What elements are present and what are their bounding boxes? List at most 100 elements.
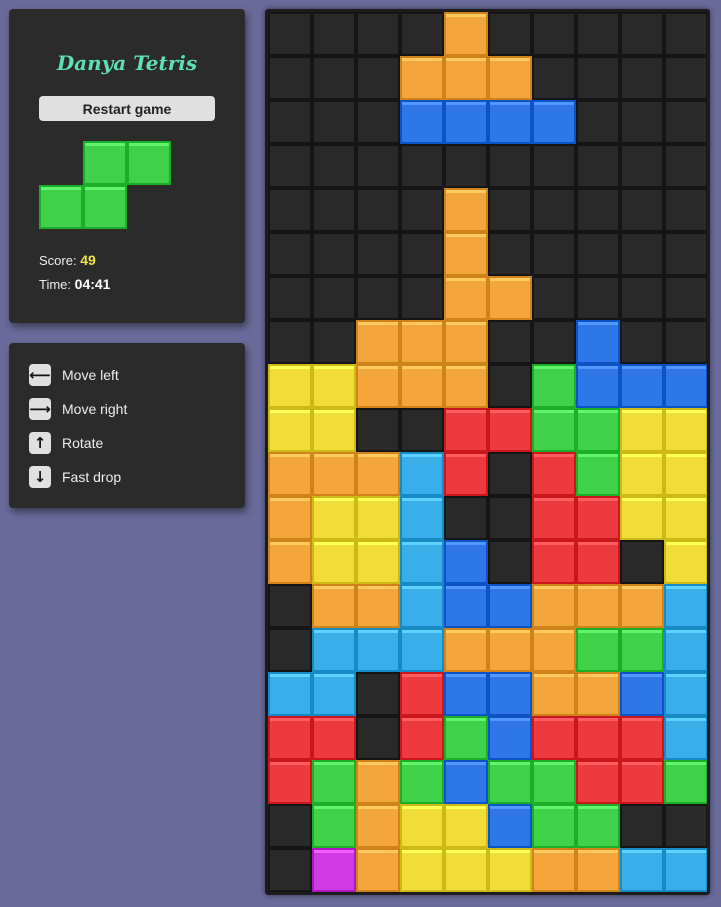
block-cell-green — [576, 804, 620, 848]
empty-cell — [356, 56, 400, 100]
block-cell-orange — [532, 672, 576, 716]
empty-cell — [268, 188, 312, 232]
empty-cell — [620, 100, 664, 144]
block-cell-blue — [576, 320, 620, 364]
block-cell-orange — [444, 276, 488, 320]
block-cell-blue — [576, 364, 620, 408]
empty-cell — [356, 232, 400, 276]
empty-cell — [620, 56, 664, 100]
empty-cell — [444, 144, 488, 188]
block-cell-cyan — [356, 628, 400, 672]
score-label: Score: — [39, 253, 77, 268]
block-cell-cyan — [400, 496, 444, 540]
block-cell-red — [532, 716, 576, 760]
block-cell-blue — [488, 804, 532, 848]
game-title: Danya Tetris — [56, 51, 198, 75]
block-cell-blue — [444, 540, 488, 584]
empty-cell — [356, 188, 400, 232]
time-row: Time: 04:41 — [39, 276, 110, 292]
score-row: Score: 49 — [39, 252, 96, 268]
block-cell-orange — [400, 56, 444, 100]
block-cell-cyan — [400, 540, 444, 584]
block-cell-orange — [444, 56, 488, 100]
empty-cell — [664, 100, 707, 144]
block-cell-green — [532, 760, 576, 804]
block-cell-orange — [444, 232, 488, 276]
empty-cell — [268, 320, 312, 364]
block-cell-blue — [444, 584, 488, 628]
block-cell-blue — [488, 584, 532, 628]
empty-cell — [532, 12, 576, 56]
block-cell-blue — [620, 672, 664, 716]
empty-cell — [400, 144, 444, 188]
empty-cell — [312, 12, 356, 56]
block-cell-blue — [444, 672, 488, 716]
arrow-right-icon: ⟶ — [29, 398, 51, 420]
block-cell-red — [576, 760, 620, 804]
block-cell-orange — [356, 364, 400, 408]
block-cell-red — [532, 496, 576, 540]
game-board — [268, 12, 707, 892]
block-cell-yellow — [664, 540, 707, 584]
block-cell-cyan — [664, 628, 707, 672]
block-cell-blue — [488, 716, 532, 760]
empty-cell — [400, 276, 444, 320]
block-cell-orange — [268, 540, 312, 584]
block-cell-green — [664, 760, 707, 804]
control-label: Move left — [62, 367, 119, 383]
control-rotate: ↑ Rotate — [29, 432, 103, 454]
empty-cell — [488, 12, 532, 56]
arrow-up-icon: ↑ — [29, 432, 51, 454]
block-cell-yellow — [312, 540, 356, 584]
block-cell-orange — [400, 320, 444, 364]
empty-cell — [312, 100, 356, 144]
arrow-down-icon: ↓ — [29, 466, 51, 488]
restart-button[interactable]: Restart game — [39, 96, 215, 121]
empty-cell — [664, 56, 707, 100]
empty-cell — [532, 188, 576, 232]
block-cell-cyan — [268, 672, 312, 716]
empty-cell — [664, 804, 707, 848]
block-cell-yellow — [664, 496, 707, 540]
empty-cell — [664, 12, 707, 56]
empty-cell — [268, 276, 312, 320]
block-cell-green — [576, 408, 620, 452]
empty-cell — [664, 144, 707, 188]
block-cell-blue — [532, 100, 576, 144]
block-cell-red — [620, 716, 664, 760]
block-cell-red — [620, 760, 664, 804]
block-cell-orange — [576, 848, 620, 892]
block-cell-green — [83, 141, 127, 185]
block-cell-orange — [268, 452, 312, 496]
empty-cell — [268, 232, 312, 276]
block-cell-yellow — [444, 804, 488, 848]
empty-cell — [268, 100, 312, 144]
block-cell-cyan — [664, 848, 707, 892]
block-cell-orange — [532, 848, 576, 892]
block-cell-red — [576, 540, 620, 584]
empty-cell — [620, 804, 664, 848]
empty-cell — [532, 232, 576, 276]
block-cell-cyan — [664, 584, 707, 628]
empty-cell — [356, 408, 400, 452]
empty-cell — [576, 276, 620, 320]
control-fast-drop: ↓ Fast drop — [29, 466, 121, 488]
block-cell-green — [576, 628, 620, 672]
info-panel: Danya Tetris Restart game Score: 49 Time… — [9, 9, 245, 323]
block-cell-blue — [400, 100, 444, 144]
empty-cell — [576, 100, 620, 144]
empty-cell — [620, 188, 664, 232]
control-move-right: ⟶ Move right — [29, 398, 127, 420]
empty-cell — [576, 12, 620, 56]
block-cell-yellow — [312, 364, 356, 408]
control-label: Rotate — [62, 435, 104, 451]
empty-cell — [664, 188, 707, 232]
block-cell-orange — [444, 12, 488, 56]
empty-cell — [576, 144, 620, 188]
empty-cell — [488, 188, 532, 232]
empty-cell — [268, 848, 312, 892]
block-cell-red — [532, 452, 576, 496]
empty-cell — [488, 364, 532, 408]
block-cell-cyan — [400, 628, 444, 672]
block-cell-yellow — [620, 408, 664, 452]
